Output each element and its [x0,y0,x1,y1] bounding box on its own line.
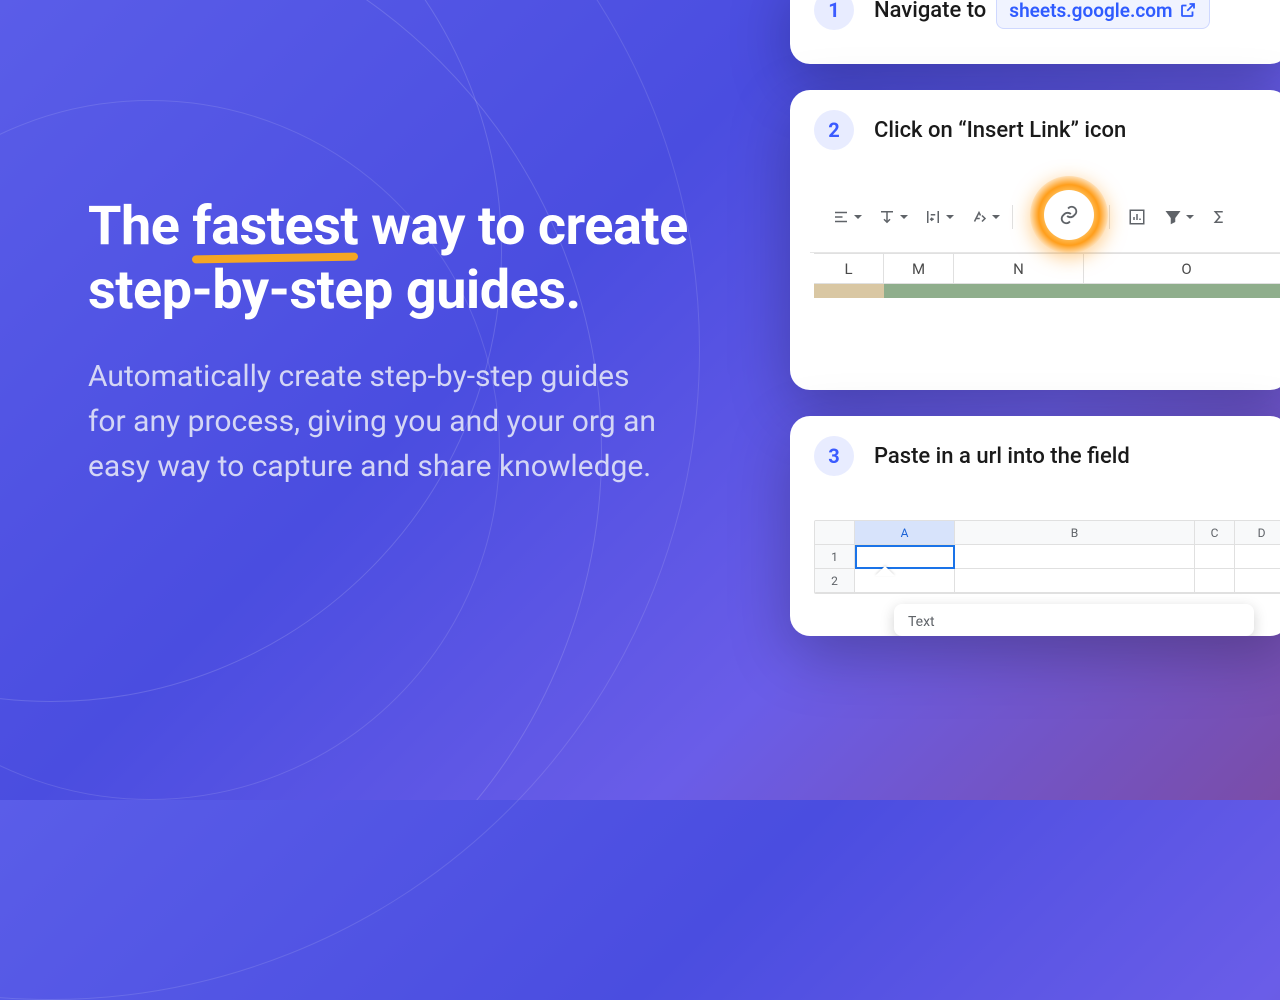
step-number: 2 [814,110,854,150]
column-header[interactable]: L [814,253,884,283]
insert-link-icon[interactable] [1058,204,1080,226]
active-cell[interactable] [855,545,955,569]
step-number: 3 [814,436,854,476]
hero-subtitle: Automatically create step-by-step guides… [88,354,668,489]
align-vertical-icon[interactable] [870,200,904,234]
filter-icon[interactable] [1156,200,1190,234]
row-header[interactable]: 2 [815,569,855,593]
click-highlight [1030,176,1108,254]
column-header[interactable]: M [884,253,954,283]
step-screenshot: L M N O [790,168,1280,390]
popover-label: Text [908,614,935,630]
cell[interactable] [1235,545,1280,569]
insert-chart-icon[interactable] [1120,200,1154,234]
step-card-3: 3 Paste in a url into the field A B C D … [790,416,1280,636]
text-rotation-icon[interactable] [962,200,996,234]
functions-icon[interactable] [1202,200,1236,234]
column-header[interactable]: C [1195,521,1235,545]
step-title: Click on “Insert Link” icon [874,118,1126,143]
cell[interactable] [1195,545,1235,569]
hero-emphasis: fastest [192,195,358,259]
step-number: 1 [814,0,854,30]
cell[interactable] [955,569,1195,593]
column-header[interactable]: D [1235,521,1280,545]
steps-column: 1 Navigate to sheets.google.com 2 Click … [790,0,1280,636]
text-wrap-icon[interactable] [916,200,950,234]
align-horizontal-icon[interactable] [824,200,858,234]
column-header[interactable]: N [954,253,1084,283]
step-card-1: 1 Navigate to sheets.google.com [790,0,1280,64]
column-header[interactable]: O [1084,253,1280,283]
column-header[interactable]: A [855,521,955,545]
spreadsheet-mini: A B C D 1 2 [814,520,1280,594]
hero-title: The fastest way to create step-by-step g… [88,195,728,322]
step-card-2: 2 Click on “Insert Link” icon [790,90,1280,390]
step-title: Paste in a url into the field [874,444,1130,469]
step-title: Navigate to sheets.google.com [874,0,1210,29]
row-color-band [814,284,1280,298]
hero: The fastest way to create step-by-step g… [88,195,728,489]
select-all-corner[interactable] [815,521,855,545]
sheets-toolbar [810,182,1280,253]
nav-link-chip[interactable]: sheets.google.com [996,0,1209,29]
cell[interactable] [855,569,955,593]
cell[interactable] [955,545,1195,569]
cell[interactable] [1235,569,1280,593]
row-header[interactable]: 1 [815,545,855,569]
column-header[interactable]: B [955,521,1195,545]
external-link-icon [1179,1,1197,19]
link-popover[interactable]: Text [894,604,1254,636]
cell[interactable] [1195,569,1235,593]
column-headers: L M N O [814,253,1280,284]
step-screenshot: A B C D 1 2 [790,494,1280,636]
